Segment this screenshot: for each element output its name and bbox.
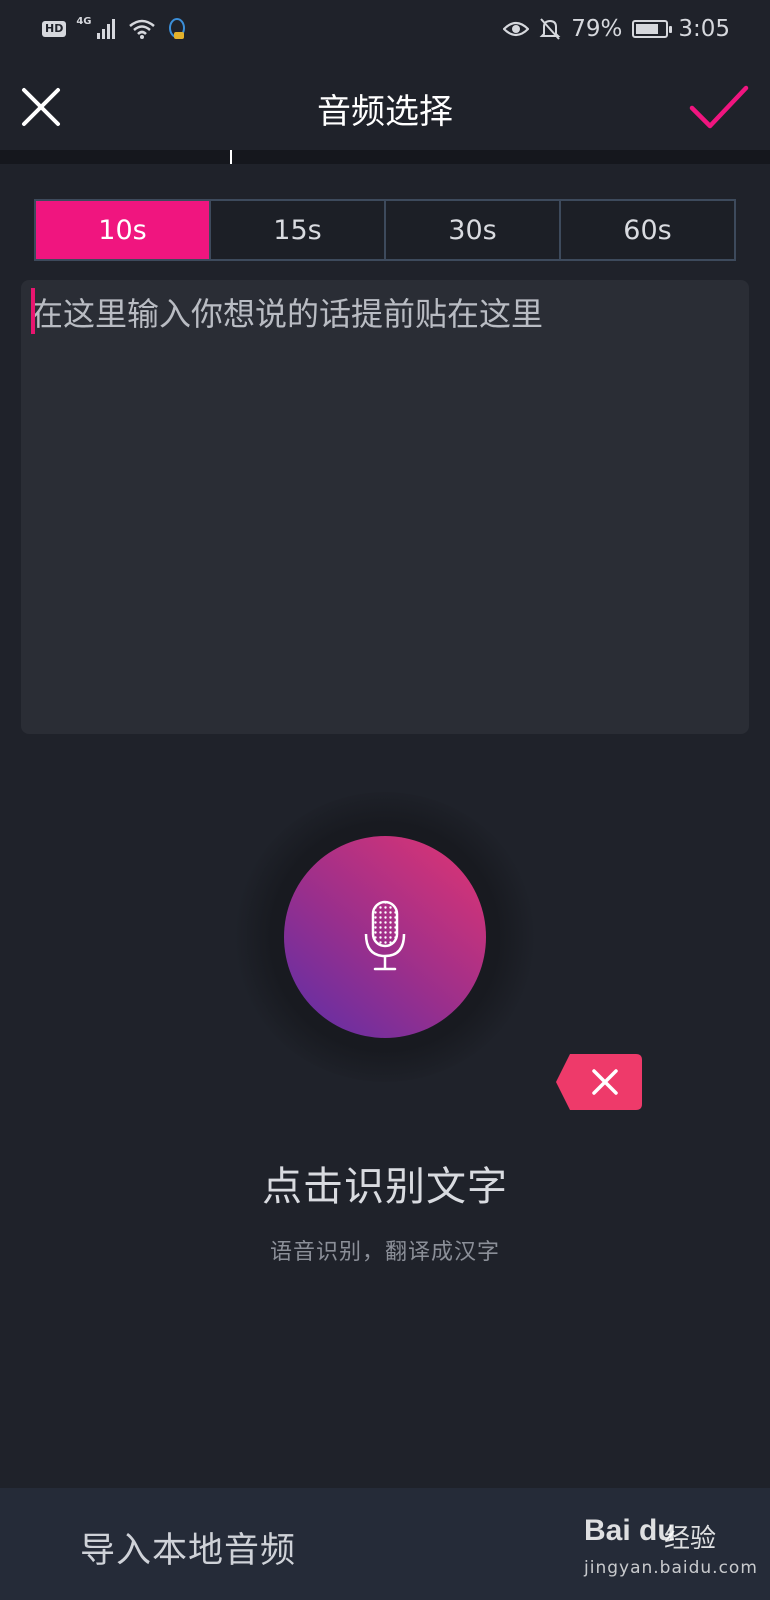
checkmark-icon (689, 85, 749, 129)
clock: 3:05 (678, 16, 730, 42)
microphone-icon (364, 900, 406, 971)
tab-30s[interactable]: 30s (384, 201, 559, 259)
tab-15s[interactable]: 15s (209, 201, 384, 259)
delete-button[interactable] (556, 1054, 642, 1110)
page-title: 音频选择 (317, 92, 453, 132)
watermark-brand: Bai du (584, 1514, 676, 1547)
import-local-audio-button[interactable]: 导入本地音频 (80, 1522, 296, 1573)
text-cursor (31, 288, 35, 334)
tab-60s[interactable]: 60s (559, 201, 734, 259)
battery-level (636, 24, 659, 34)
baidu-jingyan-watermark: Bai du 经验 jingyan.baidu.com (584, 1514, 757, 1584)
status-right: 79% 3:05 (503, 16, 730, 42)
status-left: HD 4G (42, 15, 188, 41)
text-input-placeholder: 在这里输入你想说的话提前贴在这里 (31, 295, 544, 333)
header: 音频选择 (0, 58, 770, 150)
mute-notification-icon (539, 18, 561, 40)
qq-notification-icon (168, 18, 185, 39)
progress-marker (230, 150, 232, 164)
watermark-brand-cn: 经验 (664, 1524, 717, 1554)
battery-icon (632, 20, 673, 38)
backspace-icon (556, 1054, 642, 1110)
network-type: 4G (76, 15, 92, 27)
text-input[interactable]: 在这里输入你想说的话提前贴在这里 (21, 280, 749, 734)
status-bar: HD 4G 79% 3:05 (0, 0, 770, 58)
battery-percent: 79% (571, 16, 623, 42)
confirm-button[interactable] (688, 82, 750, 134)
bottom-bar: 导入本地音频 Bai du 经验 jingyan.baidu.com (0, 1488, 770, 1600)
wifi-icon (128, 19, 155, 39)
duration-tabs: 10s 15s 30s 60s (34, 199, 736, 261)
tab-10s[interactable]: 10s (36, 201, 209, 259)
eye-comfort-icon (503, 21, 530, 37)
mic-button[interactable] (284, 836, 486, 1038)
recognition-subtitle: 语音识别，翻译成汉字 (269, 1240, 500, 1265)
signal-icon (96, 19, 115, 39)
hd-badge: HD (42, 21, 67, 37)
watermark-url: jingyan.baidu.com (584, 1558, 758, 1578)
header-divider (0, 150, 770, 164)
recognition-title: 点击识别文字 (262, 1164, 508, 1210)
